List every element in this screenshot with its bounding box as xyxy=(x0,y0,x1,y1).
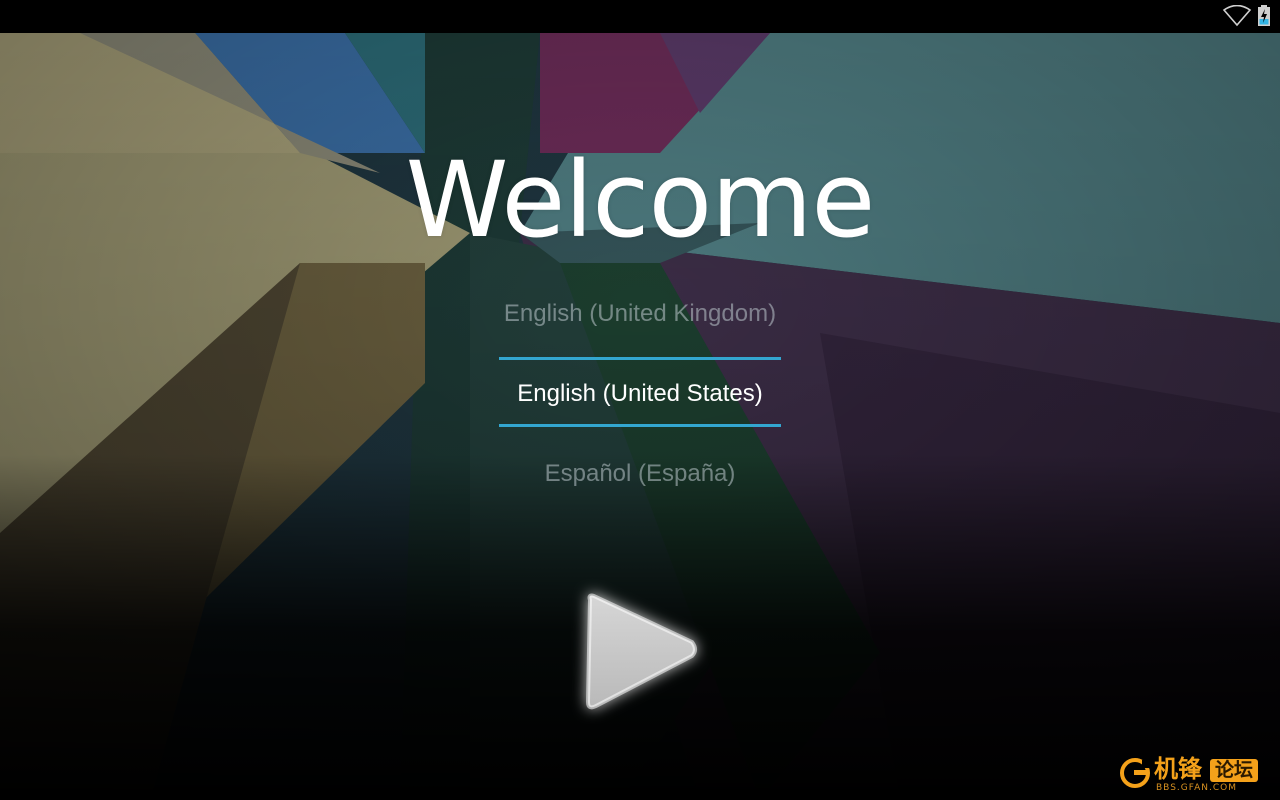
language-option-next[interactable]: Español (España) xyxy=(390,458,890,490)
watermark-badge: 论坛 xyxy=(1210,759,1259,782)
watermark: 机锋 论坛 BBS.GFAN.COM xyxy=(1118,754,1276,796)
language-option-previous[interactable]: English (United Kingdom) xyxy=(390,298,890,330)
gfan-logo-icon xyxy=(1120,758,1150,788)
watermark-url: BBS.GFAN.COM xyxy=(1156,783,1237,793)
start-button[interactable] xyxy=(560,572,720,732)
battery-charging-icon xyxy=(1258,5,1270,26)
welcome-title: Welcome xyxy=(405,139,876,261)
wifi-icon xyxy=(1222,5,1252,27)
language-option-selected[interactable]: English (United States) xyxy=(390,378,890,410)
watermark-brand: 机锋 xyxy=(1154,755,1202,783)
play-arrow-icon xyxy=(586,593,697,710)
status-bar xyxy=(0,0,1280,33)
